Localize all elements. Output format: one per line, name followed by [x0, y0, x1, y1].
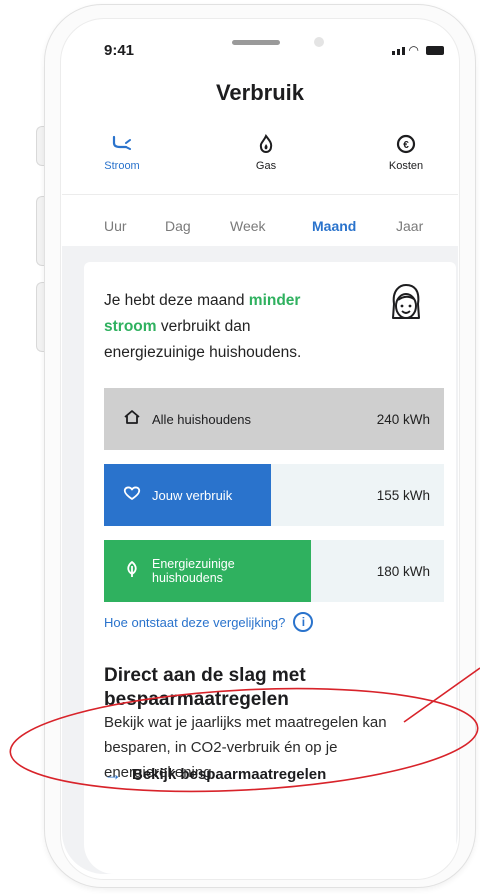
camera-dot — [314, 37, 324, 47]
heart-icon — [122, 485, 142, 505]
leaf-icon — [122, 560, 142, 582]
flame-icon — [258, 133, 274, 158]
face-icon — [386, 282, 426, 328]
tab-stroom[interactable]: Stroom — [82, 134, 162, 172]
bar-value: 180 kWh — [376, 563, 430, 579]
bar-energiezuinige-huishoudens: Energiezuinige huishoudens 180 kWh — [104, 540, 444, 602]
tab-gas-label: Gas — [255, 160, 277, 172]
bar-label-text: Energiezuinige huishoudens — [152, 557, 235, 585]
signal-icon — [391, 47, 405, 55]
tab-uur[interactable]: Uur — [104, 218, 127, 234]
tab-kosten[interactable]: € Kosten — [366, 134, 446, 172]
intro-prefix: Je hebt deze maand — [104, 292, 249, 309]
arrow-right-icon: → — [104, 764, 122, 784]
comparison-info-link[interactable]: Hoe ontstaat deze vergelijking? i — [104, 612, 314, 632]
page-title: Verbruik — [215, 80, 305, 105]
tabs-divider — [62, 194, 458, 195]
house-icon — [122, 409, 142, 429]
battery-icon — [426, 46, 444, 55]
plug-icon — [111, 134, 133, 158]
info-icon[interactable]: i — [293, 612, 314, 632]
bar-value: 240 kWh — [376, 411, 430, 427]
tab-stroom-label: Stroom — [104, 160, 140, 172]
status-time: 9:41 — [104, 42, 135, 59]
bar-value: 155 kWh — [376, 487, 430, 503]
bar-label: Alle huishoudens — [122, 388, 251, 450]
tab-week[interactable]: Week — [230, 218, 266, 234]
status-icons: ◠ — [391, 43, 444, 57]
bar-label-line1: Energiezuinige — [152, 557, 235, 571]
speaker-grille — [232, 40, 280, 45]
bar-label-text: Jouw verbruik — [152, 487, 233, 503]
tab-kosten-label: Kosten — [388, 160, 424, 172]
savings-heading: Direct aan de slag met bespaarmaatregele… — [104, 665, 306, 710]
bar-label-text: Alle huishoudens — [152, 411, 252, 427]
tab-gas[interactable]: Gas — [226, 133, 306, 172]
savings-cta-link[interactable]: → Bekijk bespaarmaatregelen — [104, 764, 326, 785]
bar-alle-huishoudens: Alle huishoudens 240 kWh — [104, 388, 444, 450]
tab-maand[interactable]: Maand — [312, 218, 356, 234]
savings-cta-label: Bekijk bespaarmaatregelen — [132, 766, 327, 783]
bar-label-line2: huishoudens — [152, 571, 223, 585]
info-link-text: Hoe ontstaat deze vergelijking? — [104, 614, 286, 630]
svg-text:€: € — [403, 140, 409, 151]
bar-label: Energiezuinige huishoudens — [122, 540, 235, 602]
tab-jaar[interactable]: Jaar — [396, 218, 423, 234]
bar-label: Jouw verbruik — [122, 464, 232, 526]
bar-jouw-verbruik: Jouw verbruik 155 kWh — [104, 464, 444, 526]
wifi-icon: ◠ — [408, 43, 419, 57]
euro-icon: € — [396, 134, 416, 158]
tab-dag[interactable]: Dag — [165, 218, 191, 234]
comparison-intro: Je hebt deze maand minder stroom verbrui… — [104, 288, 344, 366]
